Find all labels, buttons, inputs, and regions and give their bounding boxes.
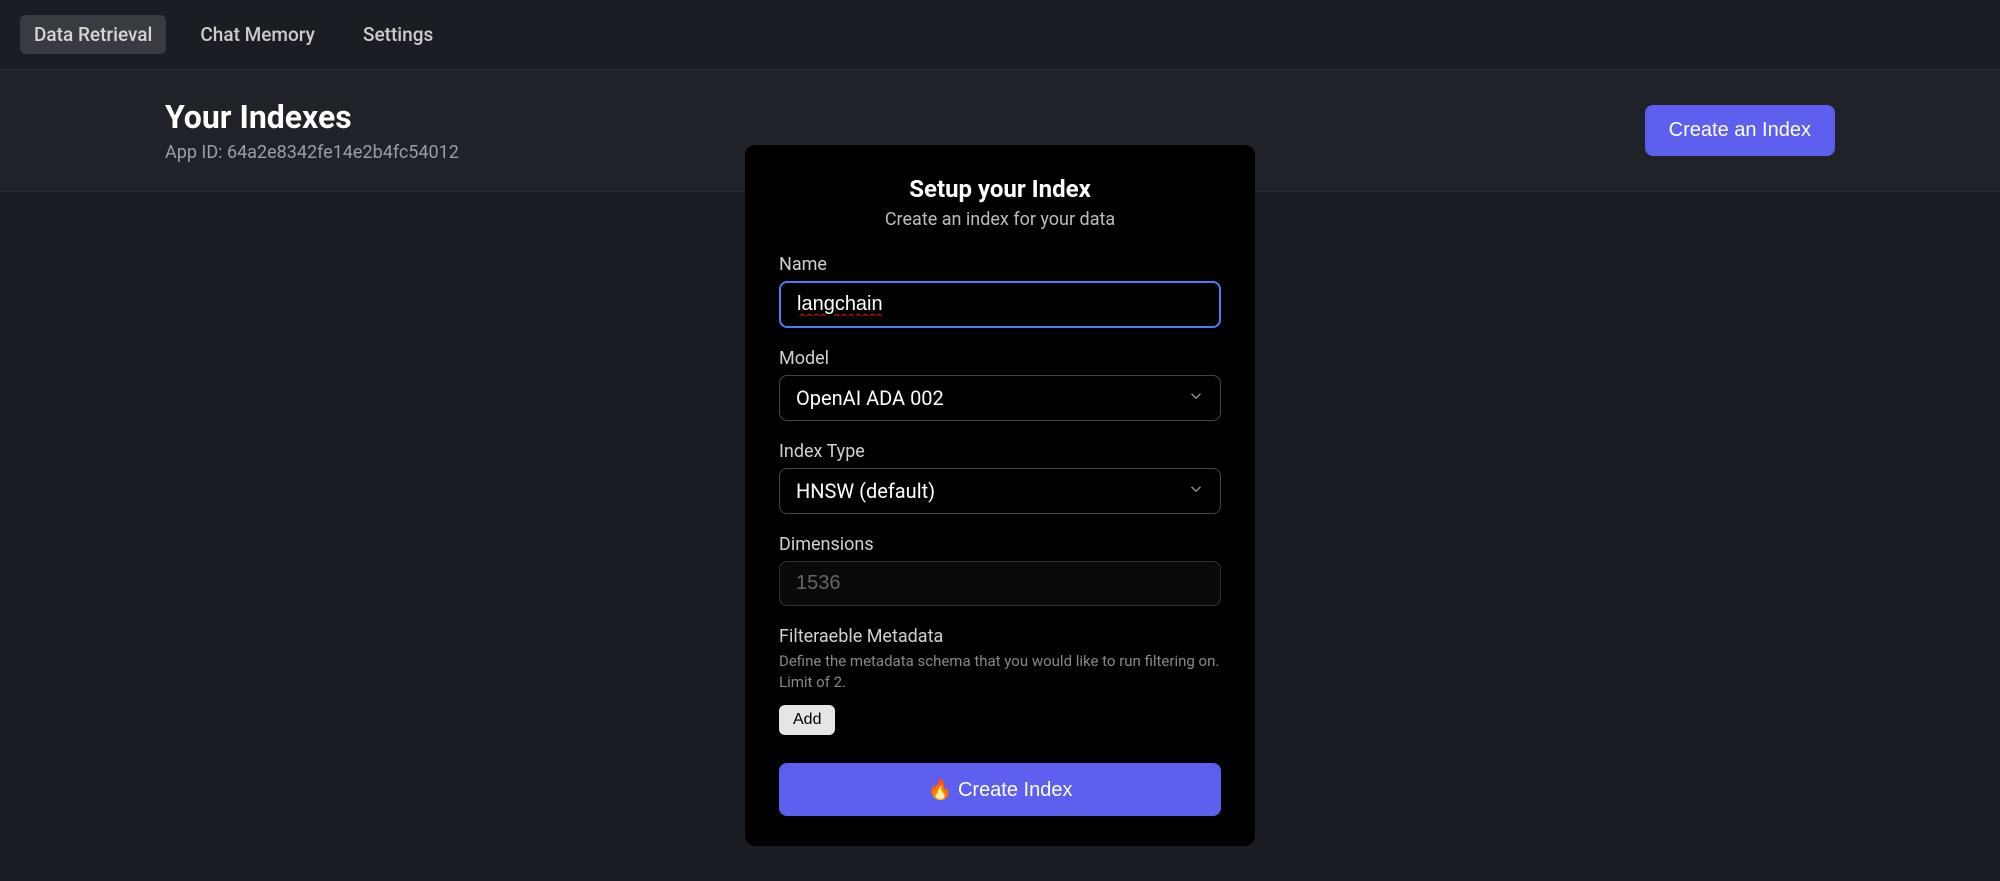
create-index-button[interactable]: Create an Index: [1645, 105, 1835, 156]
tab-chat-memory[interactable]: Chat Memory: [186, 15, 329, 54]
model-group: Model OpenAI ADA 002: [779, 348, 1221, 421]
app-id-label: App ID: 64a2e8342fe14e2b4fc54012: [165, 142, 459, 163]
filterable-metadata-title: Filteraeble Metadata: [779, 626, 1221, 647]
dimensions-group: Dimensions: [779, 534, 1221, 606]
dimensions-input[interactable]: [779, 561, 1221, 606]
create-index-submit-button[interactable]: 🔥 Create Index: [779, 763, 1221, 816]
index-type-label: Index Type: [779, 441, 1221, 462]
nav-bar: Data Retrieval Chat Memory Settings: [0, 0, 2000, 69]
filterable-metadata-section: Filteraeble Metadata Define the metadata…: [779, 626, 1221, 735]
name-input[interactable]: [779, 281, 1221, 328]
modal-subtitle: Create an index for your data: [779, 209, 1221, 230]
name-group: Name: [779, 254, 1221, 328]
dimensions-label: Dimensions: [779, 534, 1221, 555]
page-title: Your Indexes: [165, 98, 459, 136]
index-type-select[interactable]: HNSW (default): [779, 468, 1221, 514]
model-select[interactable]: OpenAI ADA 002: [779, 375, 1221, 421]
index-type-group: Index Type HNSW (default): [779, 441, 1221, 514]
setup-index-modal: Setup your Index Create an index for you…: [745, 145, 1255, 846]
tab-data-retrieval[interactable]: Data Retrieval: [20, 15, 166, 54]
model-label: Model: [779, 348, 1221, 369]
header-left: Your Indexes App ID: 64a2e8342fe14e2b4fc…: [165, 98, 459, 163]
add-metadata-button[interactable]: Add: [779, 705, 835, 735]
tab-settings[interactable]: Settings: [349, 15, 447, 54]
name-label: Name: [779, 254, 1221, 275]
model-select-wrap: OpenAI ADA 002: [779, 375, 1221, 421]
index-type-select-wrap: HNSW (default): [779, 468, 1221, 514]
modal-title: Setup your Index: [779, 175, 1221, 203]
filterable-metadata-description: Define the metadata schema that you woul…: [779, 651, 1221, 693]
